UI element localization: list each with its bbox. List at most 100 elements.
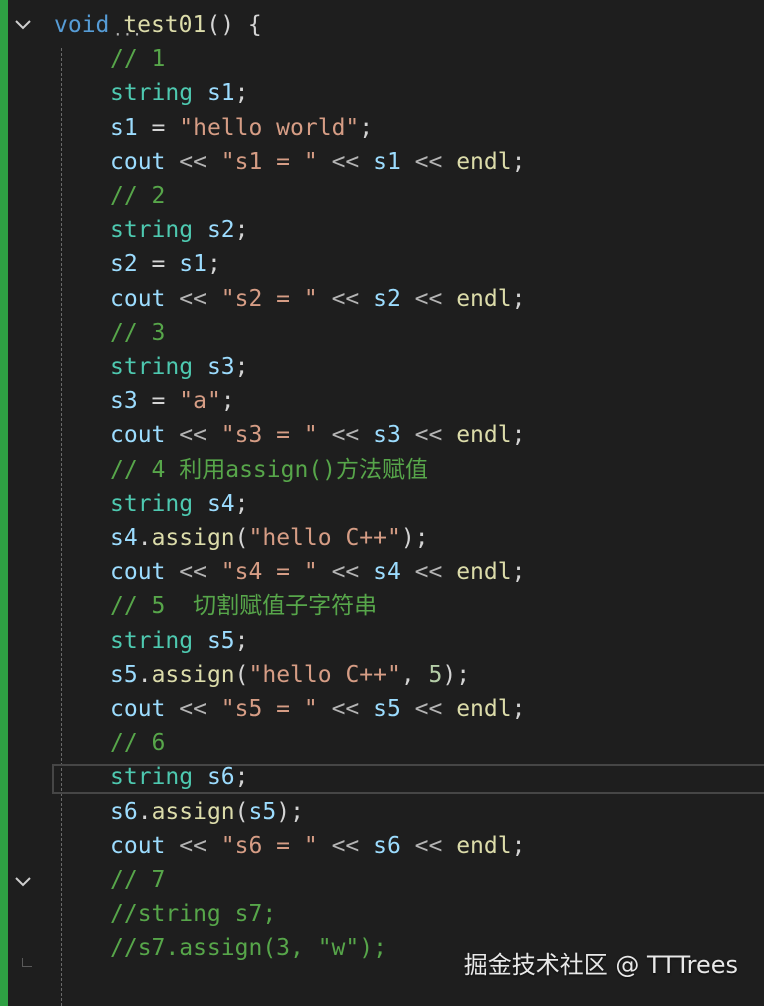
code-line[interactable]: cout << "s2 = " << s2 << endl;: [110, 282, 525, 316]
code-token: endl: [456, 832, 512, 859]
code-token: ;: [234, 764, 249, 791]
code-token: s1: [206, 80, 235, 107]
watermark: 掘金技术社区 @ TTTrees: [463, 951, 738, 979]
code-token: // 1: [110, 46, 166, 73]
code-token: "a": [179, 388, 221, 415]
code-line[interactable]: cout << "s4 = " << s4 << endl;: [110, 555, 525, 589]
code-token: =: [137, 251, 180, 278]
code-token: <<: [400, 832, 457, 859]
code-token: cout: [110, 285, 166, 312]
code-token: s6: [373, 832, 401, 859]
code-token: 5: [428, 661, 443, 688]
code-line[interactable]: // 4 利用assign()方法赋值: [110, 453, 428, 487]
code-token: "s1 = ": [220, 148, 318, 175]
code-token: s5: [373, 696, 401, 722]
code-token: <<: [165, 559, 221, 586]
indent-guide: [61, 48, 62, 1006]
code-line[interactable]: string s1;: [110, 76, 249, 110]
code-line[interactable]: string s5;: [110, 624, 249, 658]
code-token: string: [110, 764, 194, 791]
code-token: =: [137, 388, 180, 415]
code-line[interactable]: // 1: [110, 42, 165, 76]
code-token: ,: [400, 661, 429, 688]
code-token: <<: [165, 696, 221, 722]
fold-chevron-down-icon[interactable]: [12, 871, 34, 893]
code-token: );: [400, 525, 429, 551]
code-token: //string s7;: [110, 901, 277, 928]
code-line[interactable]: cout << "s3 = " << s3 << endl;: [110, 418, 525, 452]
code-line[interactable]: string s2;: [110, 213, 249, 247]
code-line[interactable]: // 3: [110, 316, 165, 350]
code-token: // 4 利用assign()方法赋值: [110, 456, 429, 483]
code-line[interactable]: cout << "s6 = " << s6 << endl;: [110, 829, 525, 863]
code-token: ;: [511, 696, 526, 722]
code-token: <<: [165, 148, 221, 175]
code-token: "hello world": [179, 114, 360, 141]
code-line[interactable]: s2 = s1;: [110, 247, 221, 281]
code-token: s6: [110, 798, 138, 825]
code-token: (: [234, 661, 249, 688]
code-token: endl: [456, 696, 512, 722]
code-line[interactable]: string s6;: [110, 760, 249, 794]
code-token: ;: [511, 422, 526, 449]
code-line[interactable]: string s4;: [110, 487, 249, 521]
code-token: ;: [511, 832, 526, 859]
code-token: "hello C++": [248, 661, 401, 688]
code-token: s3: [206, 354, 235, 380]
code-token: string: [110, 627, 194, 654]
code-token: s2: [373, 285, 401, 312]
code-token: .: [137, 661, 152, 688]
code-line[interactable]: // 6: [110, 726, 165, 760]
code-line[interactable]: //s7.assign(3, "w");: [110, 931, 387, 965]
code-line[interactable]: s3 = "a";: [110, 384, 235, 418]
code-token: s3: [110, 388, 138, 415]
code-line[interactable]: void test01() {: [54, 8, 262, 42]
code-token: s2: [110, 251, 138, 278]
code-line[interactable]: s1 = "hello world";: [110, 111, 373, 145]
code-token: s6: [206, 764, 235, 791]
fold-end-marker-tick: [22, 966, 32, 967]
code-token: ;: [206, 251, 221, 278]
code-line[interactable]: s5.assign("hello C++", 5);: [110, 658, 470, 692]
code-line[interactable]: cout << "s5 = " << s5 << endl;: [110, 692, 525, 726]
code-token: (: [234, 525, 249, 551]
code-token: // 7: [110, 867, 166, 893]
code-token: endl: [456, 148, 512, 175]
code-token: s1: [179, 251, 207, 278]
fold-chevron-down-icon[interactable]: [12, 14, 34, 36]
code-token: <<: [317, 285, 374, 312]
code-token: s4: [110, 525, 138, 551]
code-token: s1: [373, 148, 401, 175]
code-line[interactable]: cout << "s1 = " << s1 << endl;: [110, 145, 525, 179]
code-token: //s7.assign(3, "w");: [110, 935, 387, 962]
code-token: // 6: [110, 730, 166, 757]
code-token: cout: [110, 422, 166, 449]
code-line[interactable]: // 5 切割赋值子字符串: [110, 589, 377, 623]
code-token: "s6 = ": [220, 832, 318, 859]
code-token: .: [137, 525, 152, 551]
code-line[interactable]: // 2: [110, 179, 165, 213]
code-line[interactable]: //string s7;: [110, 897, 276, 931]
code-line[interactable]: // 7: [110, 863, 165, 897]
code-editor[interactable]: ··· void test01() {// 1 string s1; s1 = "h…: [0, 0, 764, 1006]
code-token: "hello C++": [248, 525, 401, 551]
code-token: <<: [317, 422, 374, 449]
code-token: s5: [110, 661, 138, 688]
code-token: endl: [456, 285, 512, 312]
code-token: ;: [511, 285, 526, 312]
code-line[interactable]: string s3;: [110, 350, 249, 384]
code-line[interactable]: s6.assign(s5);: [110, 795, 304, 829]
code-token: cout: [110, 148, 166, 175]
code-token: void: [54, 12, 110, 38]
change-indicator-bar: [0, 0, 8, 1006]
code-token: <<: [317, 559, 374, 586]
code-line[interactable]: s4.assign("hello C++");: [110, 521, 429, 555]
code-token: cout: [110, 696, 166, 722]
code-token: s4: [206, 490, 235, 517]
code-token: assign: [151, 525, 235, 551]
code-token: // 5 切割赋值子字符串: [110, 593, 378, 620]
code-token: assign: [151, 661, 235, 688]
